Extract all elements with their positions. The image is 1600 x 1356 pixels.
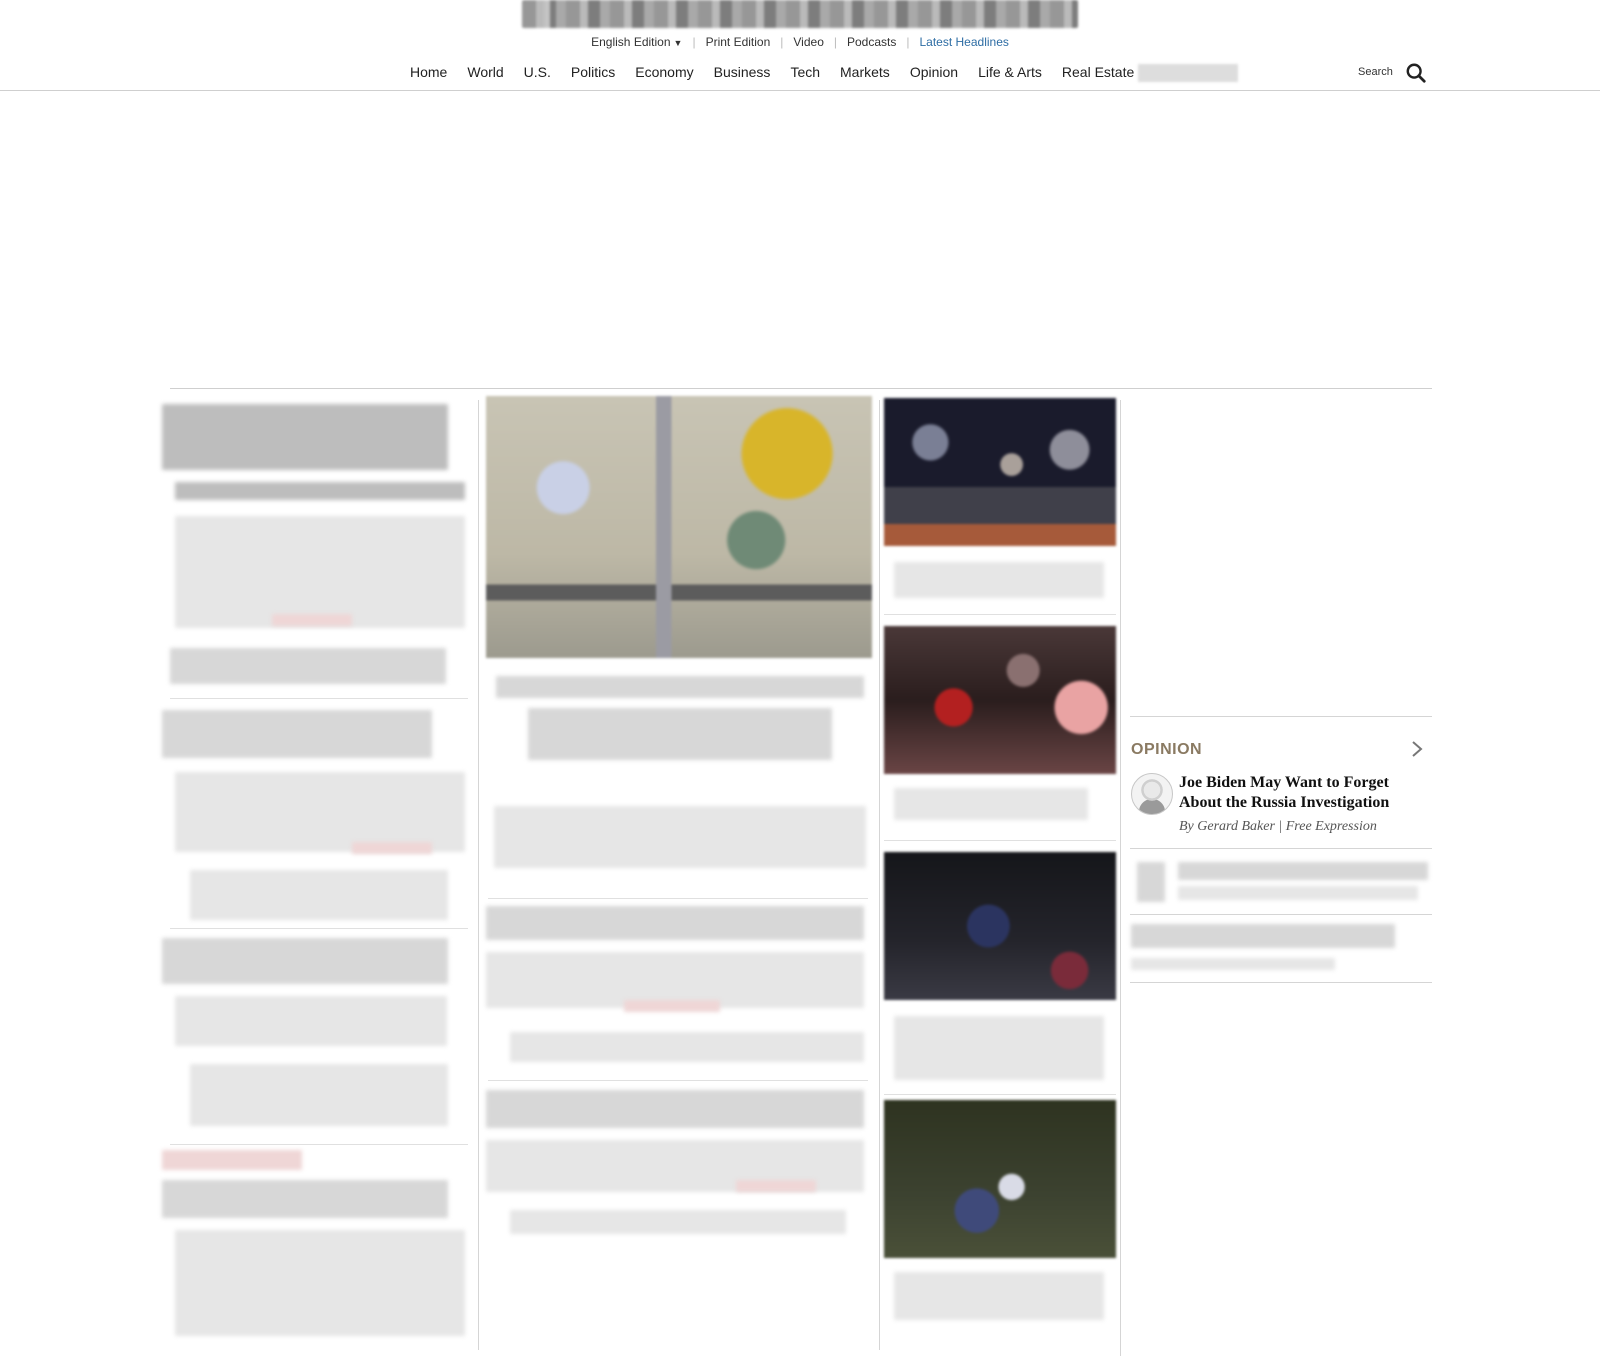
nav-item-blurred[interactable] <box>1138 64 1238 82</box>
author-avatar <box>1137 862 1165 902</box>
opinion-headline[interactable] <box>1131 924 1395 948</box>
caret-down-icon: ▼ <box>673 38 683 48</box>
print-edition-link[interactable]: Print Edition <box>696 35 781 49</box>
story-summary <box>175 1230 465 1336</box>
story-summary <box>175 996 447 1046</box>
story-divider <box>170 698 468 699</box>
story-divider <box>170 1144 468 1145</box>
column-divider <box>478 400 479 1350</box>
story-divider <box>884 840 1116 841</box>
story-bullet[interactable] <box>190 870 448 920</box>
story-summary <box>175 772 465 852</box>
search-label[interactable]: Search <box>1358 66 1393 78</box>
story-headline[interactable] <box>486 1090 864 1128</box>
lead-story-summary <box>494 806 866 868</box>
opinion-divider <box>1130 982 1432 983</box>
story-bullet[interactable] <box>170 648 446 684</box>
edition-selector[interactable]: English Edition ▼ <box>581 35 692 49</box>
column-divider <box>1120 400 1121 1356</box>
opinion-divider <box>1130 848 1432 849</box>
opinion-divider <box>1130 914 1432 915</box>
story-divider <box>170 928 468 929</box>
story-image[interactable] <box>884 852 1116 1000</box>
opinion-byline <box>1131 958 1335 970</box>
story-bullet[interactable] <box>510 1032 864 1062</box>
story-tag <box>736 1180 816 1192</box>
opinion-top-rule <box>1130 716 1432 717</box>
nav-markets[interactable]: Markets <box>830 64 900 80</box>
story-divider <box>488 1080 868 1081</box>
latest-headlines-link[interactable]: Latest Headlines <box>909 35 1018 49</box>
story-image[interactable] <box>884 398 1116 546</box>
story-headline[interactable] <box>894 1016 1104 1080</box>
story-headline[interactable] <box>894 562 1104 598</box>
edition-links: English Edition ▼ | Print Edition | Video | Pod… <box>0 35 1600 49</box>
story-headline[interactable] <box>162 710 432 758</box>
story-headline[interactable] <box>162 1180 448 1218</box>
search-icon[interactable] <box>1405 62 1427 84</box>
story-headline[interactable] <box>162 938 448 984</box>
video-link[interactable]: Video <box>783 35 833 49</box>
nav-home[interactable]: Home <box>400 64 457 80</box>
nav-world[interactable]: World <box>457 64 513 80</box>
nav-business[interactable]: Business <box>704 64 781 80</box>
story-image[interactable] <box>884 1100 1116 1258</box>
opinion-headline[interactable] <box>1178 862 1428 880</box>
story-divider <box>488 898 868 899</box>
opinion-section-label[interactable]: OPINION <box>1131 741 1202 759</box>
nav-tech[interactable]: Tech <box>780 64 830 80</box>
nav-politics[interactable]: Politics <box>561 64 625 80</box>
story-headline[interactable] <box>486 906 864 940</box>
story-divider <box>884 614 1116 615</box>
nav-opinion[interactable]: Opinion <box>900 64 968 80</box>
ad-bottom-rule <box>170 388 1432 389</box>
primary-nav: Home World U.S. Politics Economy Busines… <box>0 60 1600 91</box>
story-headline[interactable] <box>894 1272 1104 1320</box>
author-avatar <box>1131 773 1173 815</box>
masthead-logo[interactable] <box>522 0 1078 28</box>
nav-us[interactable]: U.S. <box>514 64 561 80</box>
opinion-byline <box>1178 886 1418 900</box>
story-headline[interactable] <box>894 788 1088 820</box>
nav-economy[interactable]: Economy <box>625 64 703 80</box>
story-image[interactable] <box>884 626 1116 774</box>
opinion-byline: By Gerard Baker | Free Expression <box>1179 819 1377 834</box>
lead-story-headline[interactable] <box>496 676 864 698</box>
story-summary <box>175 516 465 628</box>
podcasts-link[interactable]: Podcasts <box>837 35 906 49</box>
story-divider <box>884 1094 1116 1095</box>
opinion-headline[interactable]: Joe Biden May Want to Forget About the R… <box>1179 773 1429 813</box>
column-divider <box>879 400 880 1350</box>
nav-real-estate[interactable]: Real Estate <box>1052 64 1144 80</box>
chevron-right-icon[interactable] <box>1410 738 1424 760</box>
story-tag <box>162 1150 302 1170</box>
story-tag <box>272 614 352 626</box>
nav-life-arts[interactable]: Life & Arts <box>968 64 1052 80</box>
story-tag <box>624 1000 720 1012</box>
lead-story-image[interactable] <box>486 396 872 658</box>
story-bullet[interactable] <box>510 1210 846 1234</box>
story-headline[interactable] <box>175 482 465 500</box>
story-bullet[interactable] <box>190 1064 448 1126</box>
lead-story-headline[interactable] <box>528 708 832 760</box>
story-headline[interactable] <box>162 404 448 470</box>
story-tag <box>352 842 432 854</box>
